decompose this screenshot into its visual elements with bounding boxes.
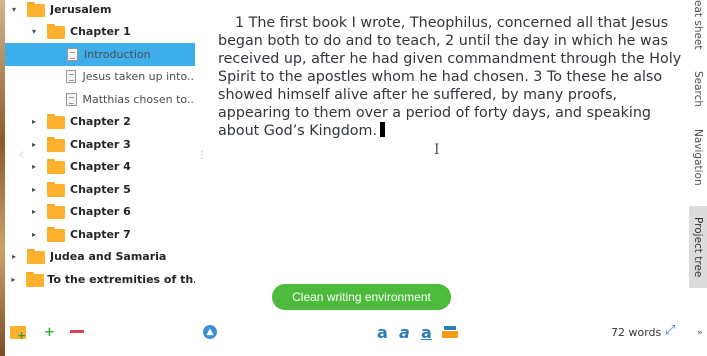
folder-icon: [47, 181, 65, 197]
add-item-icon[interactable]: +: [44, 326, 55, 340]
folder-icon: [47, 24, 65, 40]
folder-icon: [27, 1, 45, 17]
tab-search-label: Search: [692, 70, 704, 108]
collapse-arrow-icon[interactable]: ▸: [29, 207, 39, 216]
tree-folder-item[interactable]: ▸ Chapter 2: [5, 111, 195, 134]
folder-icon: [47, 136, 65, 152]
format-underline-button[interactable]: a: [421, 323, 432, 342]
document-icon: [67, 47, 78, 61]
tree-item-label: Matthias chosen to...: [82, 92, 196, 106]
format-normal-button[interactable]: a: [377, 323, 388, 342]
tab-project-tree-label: Project tree: [692, 216, 704, 278]
ibeam-cursor-icon: I: [434, 142, 440, 158]
tree-item-label: Judea and Samaria: [50, 250, 167, 264]
tree-item-label: Chapter 4: [70, 160, 131, 174]
tree-item-label: Chapter 6: [70, 205, 131, 219]
tree-folder-item[interactable]: ▸ Judea and Samaria: [5, 246, 195, 269]
tree-item-label: Chapter 2: [70, 115, 131, 129]
format-italic-button[interactable]: a: [399, 323, 410, 342]
folder-icon: [47, 204, 65, 220]
tree-document-item[interactable]: Matthias chosen to...: [5, 88, 195, 111]
arrow-up-icon[interactable]: ▲: [203, 325, 217, 339]
tree-item-label: Chapter 7: [70, 227, 131, 241]
clean-writing-button[interactable]: Clean writing environment: [272, 284, 451, 310]
tree-folder-item[interactable]: ▸ Chapter 7: [5, 223, 195, 246]
folder-icon: [47, 159, 65, 175]
tree-item-label: Chapter 3: [70, 137, 131, 151]
tab-project-tree[interactable]: Project tree: [689, 206, 707, 288]
tree-item-label: Chapter 5: [70, 182, 131, 196]
tree-item-label: Jesus taken up into...: [82, 70, 195, 84]
collapse-arrow-icon[interactable]: ▸: [29, 185, 39, 194]
collapse-arrow-icon[interactable]: ▸: [29, 140, 39, 149]
tree-folder-item[interactable]: ▸ Chapter 5: [5, 178, 195, 201]
tree-item-label: To the extremities of th...: [47, 272, 195, 286]
tab-cheat-sheet[interactable]: eat sheet: [689, 0, 707, 50]
project-tree[interactable]: ▾ Jerusalem ▾ Chapter 1 Introduction Jesus ta…: [5, 0, 195, 296]
tree-folder-item[interactable]: ▸ Chapter 6: [5, 201, 195, 224]
collapse-arrow-icon[interactable]: ▸: [9, 252, 19, 261]
right-dock: eat sheet Search Navigation Project tree: [689, 0, 707, 356]
add-folder-icon[interactable]: [10, 326, 26, 343]
more-chevron-icon[interactable]: »: [697, 328, 703, 338]
folder-icon: [25, 271, 44, 287]
tree-folder-item[interactable]: ▾ Jerusalem: [5, 0, 195, 21]
tree-folder-item[interactable]: ▸ Chapter 4: [5, 156, 195, 179]
tree-folder-item[interactable]: ▸ To the extremities of th...: [5, 268, 195, 291]
expand-arrow-icon[interactable]: ▾: [9, 5, 19, 14]
word-count: 72 words: [611, 326, 662, 339]
expand-arrow-icon[interactable]: ▾: [29, 27, 39, 36]
fullscreen-expand-icon[interactable]: ⤢: [665, 323, 675, 338]
format-clear-icon[interactable]: [442, 324, 458, 338]
folder-icon: [47, 114, 65, 130]
panel-splitter-handle[interactable]: ⋮: [197, 150, 207, 161]
remove-item-icon[interactable]: [70, 330, 84, 333]
folder-icon: [47, 226, 65, 242]
chevron-left-icon: ‹: [18, 144, 26, 165]
folder-icon: [27, 249, 45, 265]
collapse-arrow-icon[interactable]: ▸: [29, 162, 39, 171]
tree-folder-item[interactable]: ▾ Chapter 1: [5, 21, 195, 44]
text-cursor: [380, 122, 386, 137]
text-editor[interactable]: 1 The first book I wrote, Theophilus, co…: [218, 14, 686, 140]
collapse-arrow-icon[interactable]: ▸: [29, 230, 39, 239]
bottom-toolbar: +: [0, 318, 689, 348]
document-icon: [65, 70, 77, 84]
document-icon: [65, 92, 77, 106]
tree-item-label: Introduction: [84, 47, 151, 61]
tab-navigation-label: Navigation: [692, 128, 704, 186]
collapse-arrow-icon[interactable]: ▸: [29, 117, 39, 126]
tree-item-label: Chapter 1: [70, 25, 131, 39]
tab-search[interactable]: Search: [689, 66, 707, 112]
tab-navigation[interactable]: Navigation: [689, 124, 707, 190]
editor-text: 1 The first book I wrote, Theophilus, co…: [218, 15, 682, 139]
collapse-arrow-icon[interactable]: ▸: [9, 275, 18, 284]
tab-cheat-sheet-label: eat sheet: [692, 0, 704, 50]
tree-document-item[interactable]: Jesus taken up into...: [5, 66, 195, 89]
tree-item-label: Jerusalem: [50, 2, 112, 16]
tree-folder-item[interactable]: ▸ Chapter 3: [5, 133, 195, 156]
tree-document-item[interactable]: Introduction: [5, 43, 195, 66]
